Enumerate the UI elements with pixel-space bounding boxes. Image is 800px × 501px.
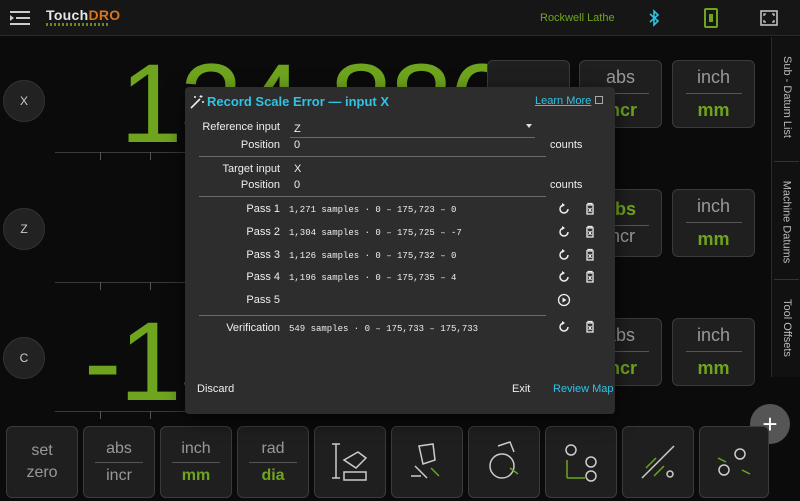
tool-offset-button[interactable]: [391, 426, 463, 498]
delete-icon[interactable]: [583, 270, 597, 284]
rerecord-icon[interactable]: [557, 248, 571, 262]
app-logo: TouchDRO: [46, 7, 121, 23]
tab-machine-datums[interactable]: Machine Datums: [772, 167, 800, 277]
reference-input-select[interactable]: Z: [294, 123, 534, 135]
play-record-icon[interactable]: [557, 293, 571, 307]
scale-tick: [150, 152, 151, 160]
target-input-value: X: [294, 163, 302, 175]
learn-more-link[interactable]: Learn More: [535, 95, 591, 107]
fullscreen-icon[interactable]: [760, 10, 778, 26]
rad-dia-toggle[interactable]: rad dia: [237, 426, 309, 498]
bolt-circle-button[interactable]: [545, 426, 617, 498]
scale-tick: [100, 152, 101, 160]
axis-button-x[interactable]: X: [3, 80, 45, 122]
pass-4-label: Pass 4: [246, 271, 280, 283]
pass-2-summary: 1,304 samples · 0 – 175,725 – -7: [289, 228, 462, 238]
arc-holes-icon: [717, 448, 751, 476]
axis-button-z[interactable]: Z: [3, 208, 45, 250]
pass-3-summary: 1,126 samples · 0 – 175,732 – 0: [289, 251, 457, 261]
record-scale-error-dialog: Record Scale Error — input X Learn More …: [185, 87, 615, 414]
reference-position-value: 0: [294, 139, 301, 151]
inch-mm-toggle[interactable]: inch mm: [160, 426, 232, 498]
verification-summary: 549 samples · 0 – 175,733 – 175,733: [289, 324, 479, 334]
inch-mm-button-x[interactable]: inch mm: [672, 60, 755, 128]
reference-input-label: Reference input: [202, 121, 280, 133]
magic-wand-icon: [190, 95, 204, 109]
discard-button[interactable]: Discard: [197, 383, 234, 395]
scale-tick: [100, 411, 101, 419]
taper-button[interactable]: [468, 426, 540, 498]
target-input-label: Target input: [222, 163, 280, 175]
section-divider: [199, 196, 546, 197]
axis-button-c[interactable]: C: [3, 337, 45, 379]
tool-tool-button[interactable]: [314, 426, 386, 498]
line-holes-icon: [641, 445, 675, 479]
inch-mm-button-z[interactable]: inch mm: [672, 189, 755, 257]
verification-label: Verification: [226, 322, 280, 334]
rerecord-icon[interactable]: [557, 270, 571, 284]
sidebar-divider: [774, 161, 799, 162]
scale-tick: [100, 282, 101, 290]
machine-name[interactable]: Rockwell Lathe: [540, 12, 615, 24]
delete-icon[interactable]: [583, 248, 597, 262]
delete-icon[interactable]: [583, 202, 597, 216]
rerecord-icon[interactable]: [557, 225, 571, 239]
sidebar-divider: [774, 279, 799, 280]
reference-position-label: Position: [240, 139, 280, 151]
delete-icon[interactable]: [583, 225, 597, 239]
exit-button[interactable]: Exit: [512, 383, 530, 395]
lathe-tool-icon: [332, 443, 368, 481]
right-sidebar: Sub - Datum List Machine Datums Tool Off…: [771, 37, 800, 377]
top-bar: TouchDRO Rockwell Lathe: [0, 0, 800, 36]
line-hole-button[interactable]: [622, 426, 694, 498]
pass-1-summary: 1,271 samples · 0 – 175,723 – 0: [289, 205, 457, 215]
app-root: TouchDRO Rockwell Lathe X Z C 134.880 1 …: [0, 0, 800, 501]
reference-input-underline: [290, 137, 535, 138]
chevron-down-icon[interactable]: [526, 124, 532, 128]
rerecord-icon[interactable]: [557, 320, 571, 334]
target-units: counts: [550, 179, 583, 191]
pass-3-label: Pass 3: [246, 249, 280, 261]
target-position-value: 0: [294, 179, 301, 191]
review-map-button[interactable]: Review Map: [553, 383, 614, 395]
external-link-icon[interactable]: [595, 96, 603, 104]
abs-incr-toggle[interactable]: abs incr: [83, 426, 155, 498]
tab-tool-offsets[interactable]: Tool Offsets: [772, 285, 800, 370]
bluetooth-icon[interactable]: [647, 9, 661, 27]
section-divider: [199, 156, 546, 157]
inch-mm-button-c[interactable]: inch mm: [672, 318, 755, 386]
circle-tool-icon: [489, 441, 519, 479]
set-zero-button[interactable]: set zero: [6, 426, 78, 498]
tab-sub-datum-list[interactable]: Sub - Datum List: [772, 47, 800, 147]
bolt-circle-icon: [565, 444, 597, 482]
target-position-label: Position: [240, 179, 280, 191]
rerecord-icon[interactable]: [557, 202, 571, 216]
more-tools-button[interactable]: [699, 426, 769, 498]
logo-underline: [46, 23, 108, 26]
section-divider: [199, 315, 546, 316]
pass-1-label: Pass 1: [246, 203, 280, 215]
pass-2-label: Pass 2: [246, 226, 280, 238]
pass-4-summary: 1,196 samples · 0 – 175,735 – 4: [289, 273, 457, 283]
scale-tick: [150, 282, 151, 290]
menu-icon[interactable]: [10, 9, 30, 27]
pass-5-label: Pass 5: [246, 294, 280, 306]
reference-units: counts: [550, 139, 583, 151]
tool-probe-icon: [411, 443, 440, 479]
delete-icon[interactable]: [583, 320, 597, 334]
device-icon[interactable]: [704, 8, 718, 28]
scale-tick: [150, 411, 151, 419]
dialog-title: Record Scale Error — input X: [207, 94, 390, 109]
